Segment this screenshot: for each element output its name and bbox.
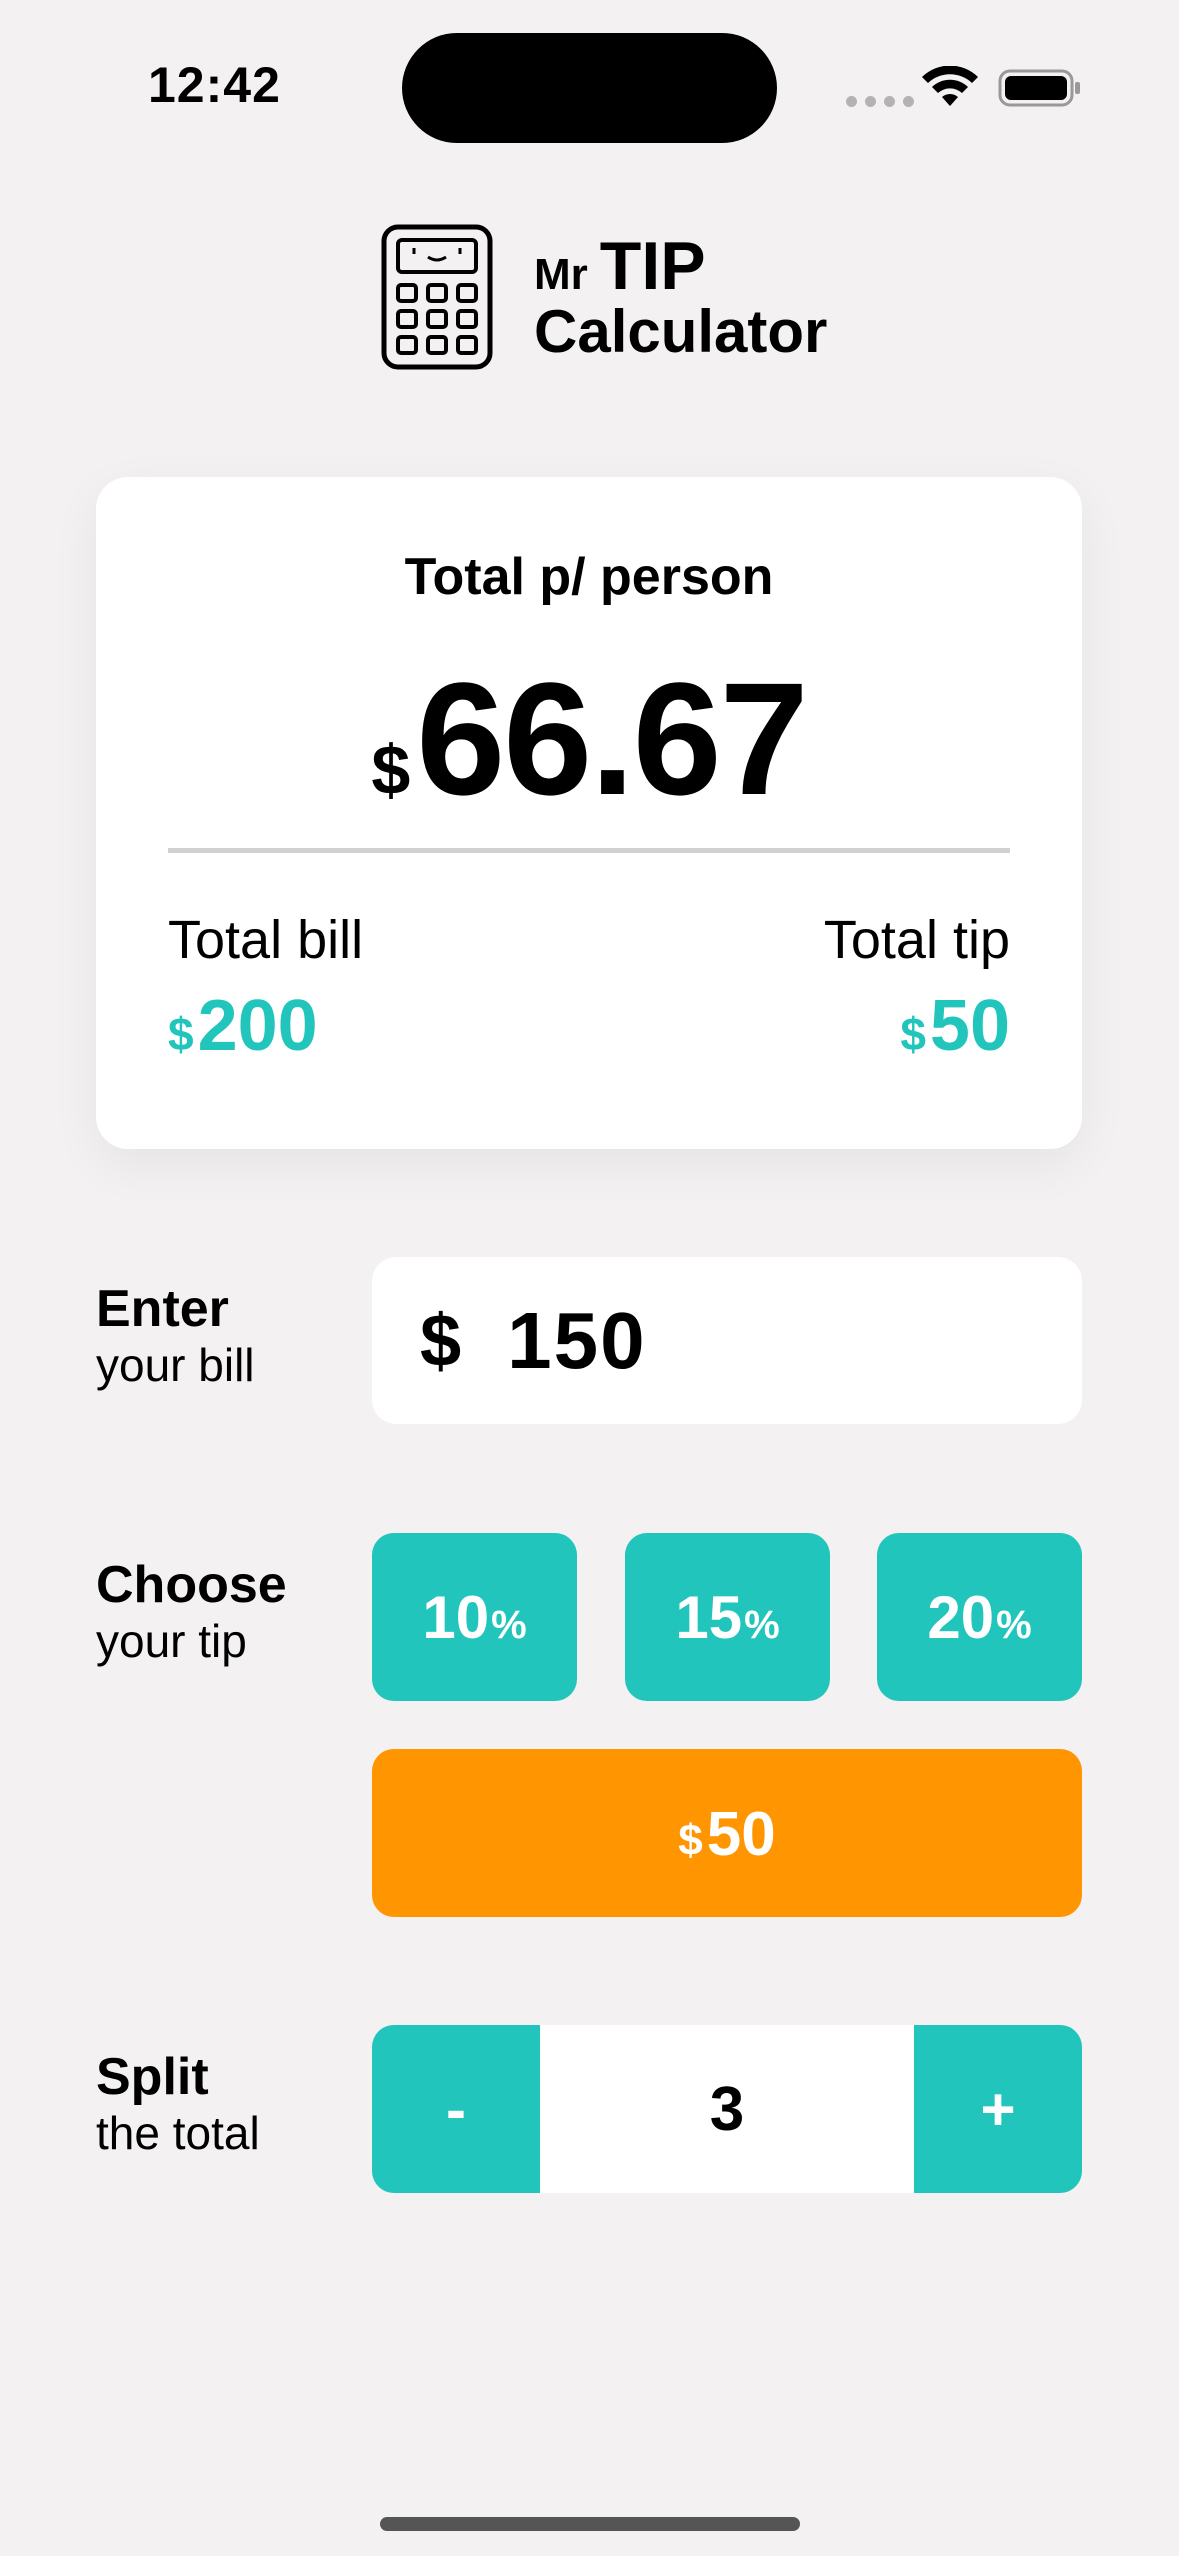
title-prefix: Mr xyxy=(534,250,588,299)
title-main: TIP xyxy=(599,228,706,304)
total-bill-value: $ 200 xyxy=(168,985,363,1067)
app-title: Mr TIP Calculator xyxy=(534,232,827,362)
bill-amount-input[interactable] xyxy=(505,1293,1030,1388)
bill-currency: $ xyxy=(420,1299,462,1382)
app-header: Mr TIP Calculator xyxy=(380,222,827,372)
tip-10-button[interactable]: 10% xyxy=(372,1533,577,1701)
wifi-icon xyxy=(922,66,978,106)
total-bill-label: Total bill xyxy=(168,910,364,970)
status-bar: 12:42 xyxy=(0,0,1179,170)
total-tip-amount: 50 xyxy=(929,986,1010,1066)
signal-dots-icon xyxy=(846,96,914,107)
total-bill-currency: $ xyxy=(168,1008,194,1060)
tip-15-button[interactable]: 15% xyxy=(625,1533,830,1701)
split-increment-button[interactable]: + xyxy=(914,2025,1082,2193)
title-sub: Calculator xyxy=(534,298,828,365)
bill-label-strong: Enter xyxy=(96,1280,229,1338)
summary-card: Total p/ person $ 66.67 Total bill $ 200… xyxy=(96,477,1082,1149)
total-tip-value: $ 50 xyxy=(824,985,1010,1067)
card-divider xyxy=(168,848,1010,853)
tip-label-strong: Choose xyxy=(96,1556,287,1614)
dynamic-island xyxy=(402,33,777,143)
battery-icon xyxy=(998,69,1080,107)
split-section-label: Split the total xyxy=(96,2050,260,2157)
calculator-icon xyxy=(381,224,493,370)
per-person-label: Total p/ person xyxy=(404,548,774,606)
split-label-strong: Split xyxy=(96,2048,209,2106)
total-bill-amount: 200 xyxy=(197,986,318,1066)
per-person-total: $ 66.67 xyxy=(96,647,1082,831)
split-stepper: - 3 + xyxy=(372,2025,1082,2193)
total-bill-summary: Total bill $ 200 xyxy=(168,909,363,1067)
split-decrement-button[interactable]: - xyxy=(372,2025,540,2193)
custom-tip-amount: 50 xyxy=(706,1800,776,1869)
custom-tip-button[interactable]: $ 50 xyxy=(372,1749,1082,1917)
per-person-currency: $ xyxy=(371,731,411,809)
tip-label-light: your tip xyxy=(96,1614,247,1667)
total-tip-currency: $ xyxy=(900,1008,926,1060)
total-tip-summary: Total tip $ 50 xyxy=(824,909,1010,1067)
bill-section-label: Enter your bill xyxy=(96,1282,255,1389)
total-tip-label: Total tip xyxy=(823,910,1010,970)
per-person-amount: 66.67 xyxy=(416,649,808,828)
split-count: 3 xyxy=(540,2025,914,2193)
bill-input-container[interactable]: $ xyxy=(372,1257,1082,1424)
home-indicator[interactable] xyxy=(380,2517,800,2531)
tip-20-button[interactable]: 20% xyxy=(877,1533,1082,1701)
tip-section-label: Choose your tip xyxy=(96,1558,287,1665)
split-label-light: the total xyxy=(96,2106,260,2159)
status-time: 12:42 xyxy=(148,57,281,113)
custom-tip-currency: $ xyxy=(678,1816,703,1865)
bill-label-light: your bill xyxy=(96,1338,255,1391)
